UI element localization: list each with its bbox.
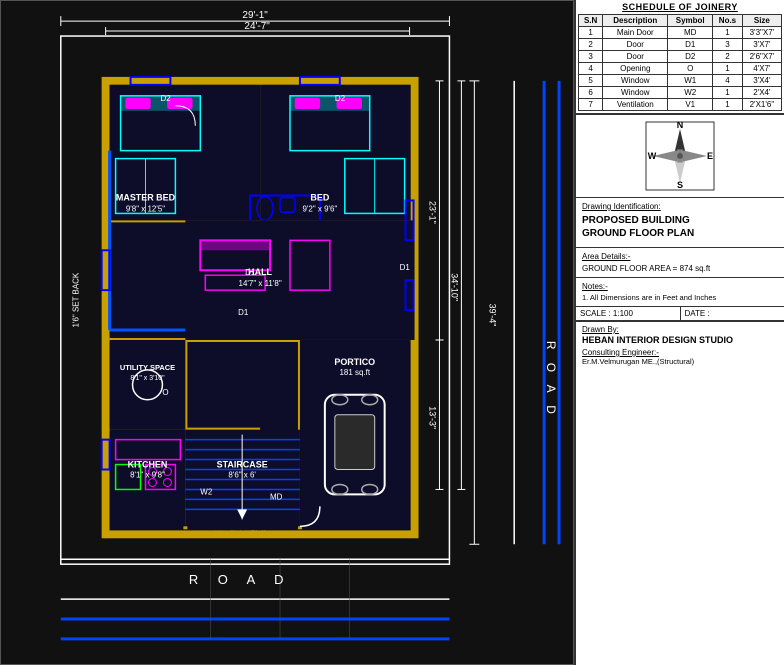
area-value: GROUND FLOOR AREA = 874 sq.ft bbox=[582, 264, 778, 273]
floor-plan-svg: 29'-1" 24'-7" 39'-4" 34'-10" 23'-1" bbox=[1, 1, 573, 664]
table-row: 1Main DoorMD13'3"X7' bbox=[579, 27, 782, 39]
drawing-title: PROPOSED BUILDING GROUND FLOOR PLAN bbox=[582, 214, 778, 240]
svg-text:BED: BED bbox=[310, 192, 329, 202]
area-label: Area Details:- bbox=[582, 252, 778, 261]
svg-text:D1: D1 bbox=[238, 308, 249, 317]
svg-text:13'-3": 13'-3" bbox=[428, 406, 438, 429]
svg-text:8'6" x 6': 8'6" x 6' bbox=[228, 470, 256, 479]
table-row: 5WindowW143'X4' bbox=[579, 75, 782, 87]
drawing-id-label: Drawing Identification: bbox=[582, 202, 778, 211]
compass-area: N S E W bbox=[576, 115, 784, 198]
drawn-by-label: Drawn By: bbox=[582, 325, 778, 334]
svg-text:MASTER BED: MASTER BED bbox=[116, 192, 176, 202]
svg-text:8'1" x 3'10": 8'1" x 3'10" bbox=[130, 375, 165, 382]
table-row: 4OpeningO14'X7' bbox=[579, 63, 782, 75]
svg-text:14'7" x 11'8": 14'7" x 11'8" bbox=[239, 279, 282, 288]
svg-text:29'-1": 29'-1" bbox=[242, 10, 268, 21]
svg-text:8'1" x 9'8": 8'1" x 9'8" bbox=[130, 470, 165, 479]
compass-svg: N S E W bbox=[645, 121, 715, 191]
svg-text:R O A D: R O A D bbox=[544, 341, 558, 419]
svg-text:STAIRCASE: STAIRCASE bbox=[217, 460, 268, 470]
col-size: Size bbox=[742, 15, 781, 27]
table-row: 7VentilationV112'X1'6" bbox=[579, 99, 782, 111]
consulting-label: Consulting Engineer:- bbox=[582, 348, 778, 357]
svg-text:9'2" x 9'6": 9'2" x 9'6" bbox=[302, 204, 337, 213]
scale-label: SCALE : 1:100 bbox=[576, 307, 681, 320]
scale-date: SCALE : 1:100 DATE : bbox=[576, 307, 784, 321]
joinery-table: S.N Description Symbol No.s Size 1Main D… bbox=[578, 14, 782, 111]
date-label: DATE : bbox=[681, 307, 784, 320]
svg-text:9'8" x 12'5": 9'8" x 12'5" bbox=[126, 204, 165, 213]
info-panel: SCHEDULE OF JOINERY S.N Description Symb… bbox=[574, 0, 784, 665]
studio-name: HEBAN INTERIOR DESIGN STUDIO bbox=[582, 335, 778, 345]
svg-text:E: E bbox=[707, 151, 713, 161]
svg-text:24'-7": 24'-7" bbox=[244, 21, 270, 32]
notes-label: Notes:- bbox=[582, 282, 778, 291]
svg-text:HALL: HALL bbox=[248, 267, 272, 277]
svg-text:39'-4": 39'-4" bbox=[487, 304, 497, 327]
table-row: 6WindowW212'X4' bbox=[579, 87, 782, 99]
col-desc: Description bbox=[603, 15, 668, 27]
svg-text:W2: W2 bbox=[200, 487, 213, 496]
area-details: Area Details:- GROUND FLOOR AREA = 874 s… bbox=[576, 248, 784, 278]
table-row: 2DoorD133'X7' bbox=[579, 39, 782, 51]
svg-text:O: O bbox=[162, 388, 168, 397]
svg-text:D1: D1 bbox=[400, 263, 411, 272]
svg-text:D2: D2 bbox=[160, 94, 171, 103]
svg-text:UTILITY SPACE: UTILITY SPACE bbox=[120, 363, 175, 372]
table-row: 3DoorD222'6"X7' bbox=[579, 51, 782, 63]
svg-text:KITCHEN: KITCHEN bbox=[128, 460, 168, 470]
notes-section: Notes:- 1. All Dimensions are in Feet an… bbox=[576, 278, 784, 307]
svg-text:S: S bbox=[677, 180, 683, 190]
svg-text:1'6" SET BACK: 1'6" SET BACK bbox=[72, 272, 81, 327]
main-container: 29'-1" 24'-7" 39'-4" 34'-10" 23'-1" bbox=[0, 0, 784, 665]
col-sn: S.N bbox=[579, 15, 603, 27]
engineer-name: Er.M.Velmurugan ME.,(Structural) bbox=[582, 357, 778, 366]
svg-text:23'-1": 23'-1" bbox=[428, 201, 438, 224]
drawing-info: Drawing Identification: PROPOSED BUILDIN… bbox=[576, 198, 784, 248]
joinery-section: SCHEDULE OF JOINERY S.N Description Symb… bbox=[576, 0, 784, 115]
floor-plan-area: 29'-1" 24'-7" 39'-4" 34'-10" 23'-1" bbox=[0, 0, 574, 665]
svg-text:MD: MD bbox=[270, 492, 283, 501]
drawn-by: Drawn By: HEBAN INTERIOR DESIGN STUDIO C… bbox=[576, 321, 784, 369]
col-nos: No.s bbox=[713, 15, 743, 27]
svg-text:N: N bbox=[677, 121, 684, 130]
svg-text:W: W bbox=[648, 151, 657, 161]
svg-text:D2: D2 bbox=[335, 94, 346, 103]
svg-text:181 sq.ft: 181 sq.ft bbox=[339, 368, 370, 377]
notes-item-1: 1. All Dimensions are in Feet and Inches bbox=[582, 293, 778, 302]
svg-text:R O A D: R O A D bbox=[189, 572, 292, 587]
svg-text:PORTICO: PORTICO bbox=[334, 357, 375, 367]
col-symbol: Symbol bbox=[668, 15, 713, 27]
joinery-title: SCHEDULE OF JOINERY bbox=[578, 2, 782, 12]
svg-text:34'-10": 34'-10" bbox=[449, 273, 459, 301]
